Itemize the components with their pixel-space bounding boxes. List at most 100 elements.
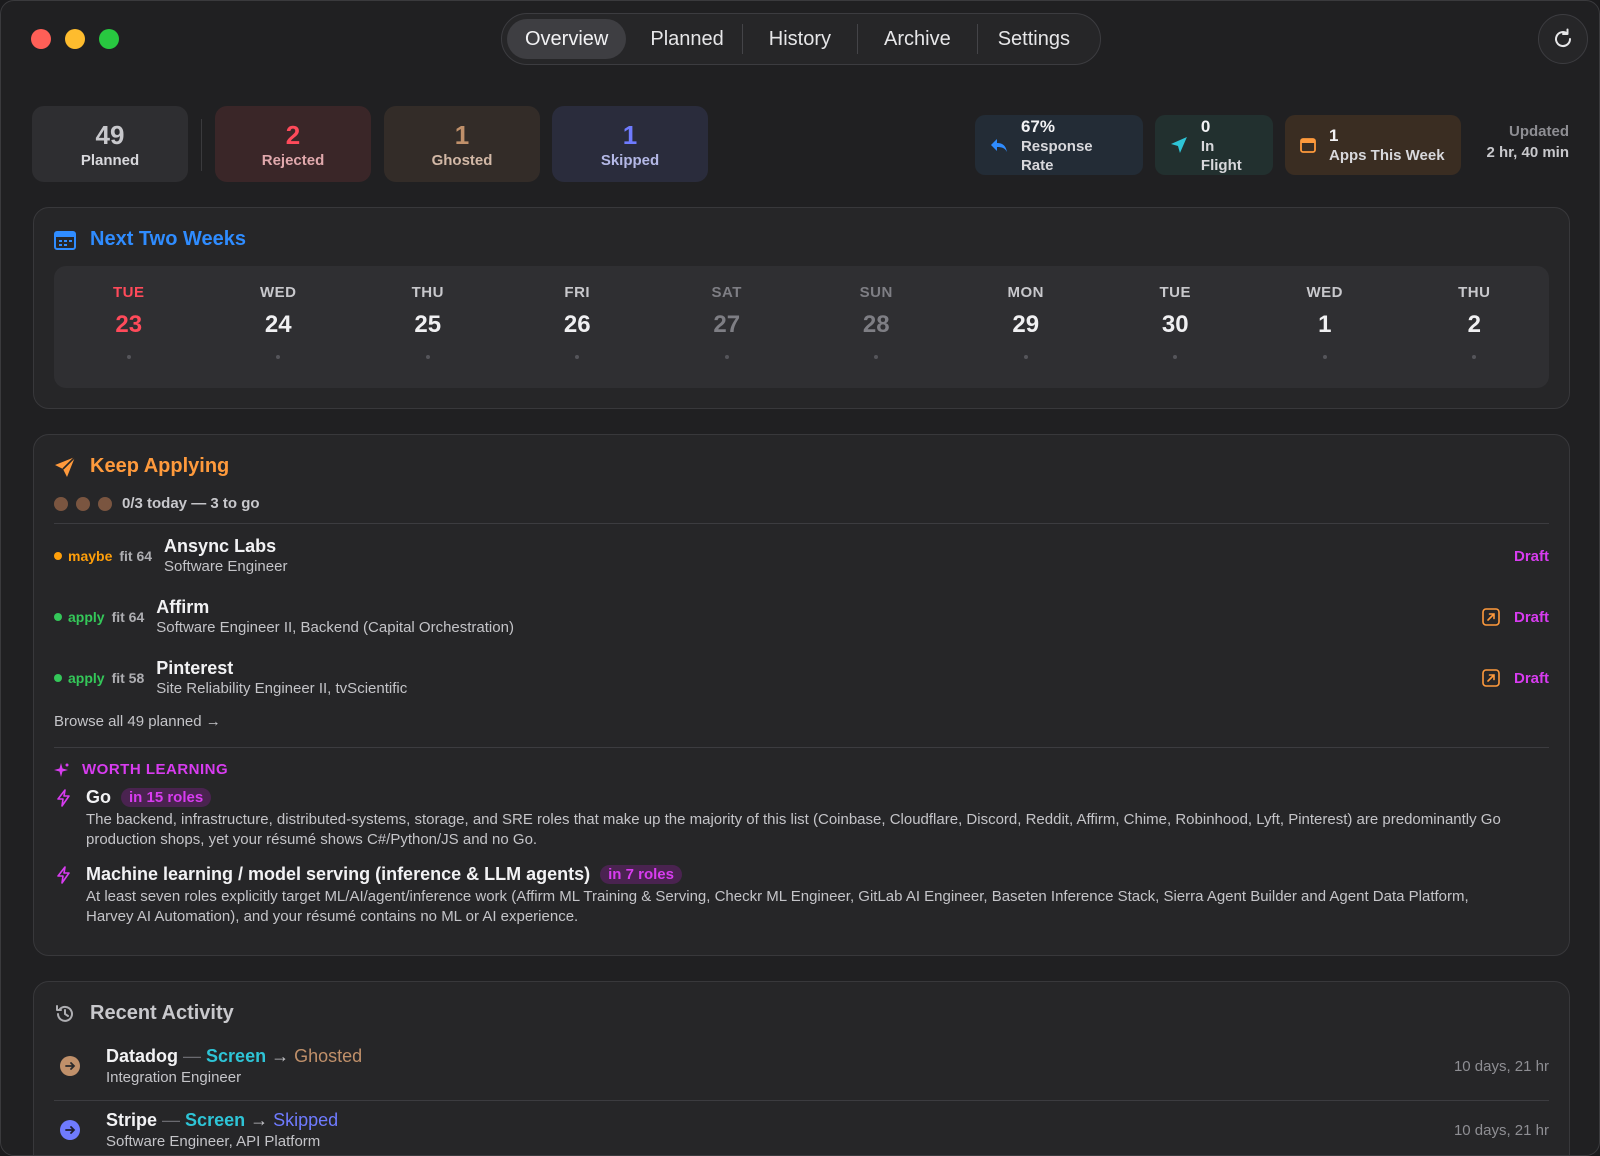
job-role: Software Engineer II, Backend (Capital O… (156, 619, 514, 636)
fit-score: fit 64 (111, 609, 145, 625)
stat-skipped[interactable]: 1 Skipped (552, 106, 708, 182)
verdict-dot (54, 674, 62, 682)
day-date: 23 (115, 311, 143, 338)
stat-rejected[interactable]: 2 Rejected (215, 106, 371, 182)
verdict-dot (54, 613, 62, 621)
job-actions: Draft (1482, 608, 1549, 626)
job-row[interactable]: maybe fit 64 Ansync Labs Software Engine… (54, 529, 1549, 583)
job-actions: Draft (1514, 548, 1549, 565)
recent-activity-panel: Recent Activity Datadog — Screen → Ghost… (33, 981, 1570, 1155)
calendar-day[interactable]: MON 29 (951, 266, 1101, 388)
zoom-window-button[interactable] (99, 29, 119, 49)
draft-button[interactable]: Draft (1514, 548, 1549, 565)
stat-ghosted[interactable]: 1 Ghosted (384, 106, 540, 182)
stat-label: Rejected (261, 151, 325, 169)
arrow-right-icon: → (250, 1110, 269, 1130)
next-two-weeks-panel: Next Two Weeks TUE 23 WED 24 THU 25 FRI 26 S… (33, 207, 1570, 409)
calendar-day[interactable]: WED 1 (1250, 266, 1400, 388)
daily-progress: 0/3 today — 3 to go (54, 495, 260, 512)
calendar-day[interactable]: TUE 23 (54, 266, 204, 388)
day-marker (575, 355, 580, 359)
activity-row[interactable]: Datadog — Screen → Ghosted Integration E… (54, 1036, 1549, 1096)
day-name: SAT (711, 284, 742, 301)
close-window-button[interactable] (31, 29, 51, 49)
bolt-icon (57, 789, 70, 807)
calendar-day[interactable]: THU 2 (1400, 266, 1550, 388)
roles-badge: in 7 roles (600, 865, 682, 884)
panel-title: Recent Activity (90, 1002, 234, 1024)
in-flight-chip: 0 In Flight (1155, 115, 1273, 175)
progress-text: 0/3 today — 3 to go (122, 495, 260, 512)
stat-planned[interactable]: 49 Planned (32, 106, 188, 182)
stat-divider (201, 119, 202, 171)
calendar-day[interactable]: SUN 28 (802, 266, 952, 388)
job-row[interactable]: apply fit 64 Affirm Software Engineer II… (54, 590, 1549, 644)
skill-description: The backend, infrastructure, distributed… (86, 811, 1501, 848)
draft-button[interactable]: Draft (1514, 609, 1549, 626)
day-name: FRI (564, 284, 591, 301)
job-role: Site Reliability Engineer II, tvScientif… (156, 680, 408, 697)
in-flight-value: 0 (1200, 116, 1211, 136)
calendar-day[interactable]: FRI 26 (503, 266, 653, 388)
day-marker (276, 355, 281, 359)
calendar-icon (1300, 138, 1316, 153)
two-week-calendar: TUE 23 WED 24 THU 25 FRI 26 SAT 27 SUN 28 MON 2… (54, 266, 1549, 388)
stat-label: Skipped (600, 151, 660, 169)
progress-dot (54, 496, 68, 511)
day-date: 25 (414, 311, 442, 338)
day-name: TUE (1159, 284, 1191, 301)
company-name: Pinterest (156, 658, 234, 678)
updated-value: 2 hr, 40 min (1486, 144, 1569, 161)
calendar-day[interactable]: TUE 30 (1101, 266, 1251, 388)
separator: — (183, 1046, 202, 1066)
day-date: 26 (563, 311, 591, 338)
worth-learning-header: WORTH LEARNING (54, 761, 228, 778)
stat-value: 49 (95, 119, 125, 150)
calendar-day[interactable]: SAT 27 (652, 266, 802, 388)
job-row[interactable]: apply fit 58 Pinterest Site Reliability … (54, 651, 1549, 705)
day-date: 29 (1012, 311, 1040, 338)
day-marker (1472, 355, 1477, 359)
activity-text: Datadog — Screen → Ghosted Integration E… (106, 1044, 362, 1088)
skill-name: Machine learning / model serving (infere… (86, 864, 591, 884)
day-name: TUE (113, 284, 145, 301)
learning-item: Machine learning / model serving (infere… (56, 864, 1509, 927)
sparkle-icon (54, 762, 69, 777)
calendar-day[interactable]: WED 24 (204, 266, 354, 388)
day-marker (1173, 355, 1178, 359)
minimize-window-button[interactable] (65, 29, 85, 49)
calendar-day[interactable]: THU 25 (353, 266, 503, 388)
arrow-right-icon: → (271, 1046, 290, 1066)
refresh-button[interactable] (1538, 14, 1588, 64)
activity-role: Integration Engineer (106, 1069, 242, 1086)
tab-bar: Overview Planned History Archive Setting… (501, 13, 1101, 65)
keep-applying-panel: Keep Applying 0/3 today — 3 to go maybe … (33, 434, 1570, 956)
tab-overview[interactable]: Overview (507, 19, 627, 59)
draft-button[interactable]: Draft (1514, 670, 1549, 687)
day-date: 27 (713, 311, 741, 338)
activity-company: Stripe (106, 1110, 158, 1130)
skill-name: Go (86, 787, 111, 807)
divider (54, 523, 1549, 524)
day-marker (425, 355, 430, 359)
in-flight-label: In Flight (1200, 137, 1242, 174)
browse-planned-link[interactable]: Browse all 49 planned → (54, 713, 221, 730)
verdict-dot (54, 552, 62, 560)
job-text: Affirm Software Engineer II, Backend (Ca… (156, 596, 514, 638)
tab-settings[interactable]: Settings (978, 19, 1090, 59)
job-text: Ansync Labs Software Engineer (164, 535, 287, 577)
job-text: Pinterest Site Reliability Engineer II, … (156, 657, 407, 699)
tab-archive[interactable]: Archive (858, 19, 977, 59)
worth-learning-title: WORTH LEARNING (82, 761, 229, 778)
panel-title: Keep Applying (90, 455, 230, 477)
external-link-icon[interactable] (1482, 608, 1500, 626)
activity-row[interactable]: Stripe — Screen → Skipped Software Engin… (54, 1100, 1549, 1155)
panel-title: Next Two Weeks (90, 228, 246, 250)
tab-history[interactable]: History (743, 19, 857, 59)
day-marker (1322, 355, 1327, 359)
external-link-icon[interactable] (1482, 669, 1500, 687)
tab-planned[interactable]: Planned (632, 19, 741, 59)
verdict-label: maybe (68, 548, 113, 564)
job-role: Software Engineer (164, 558, 288, 575)
day-name: SUN (859, 284, 893, 301)
